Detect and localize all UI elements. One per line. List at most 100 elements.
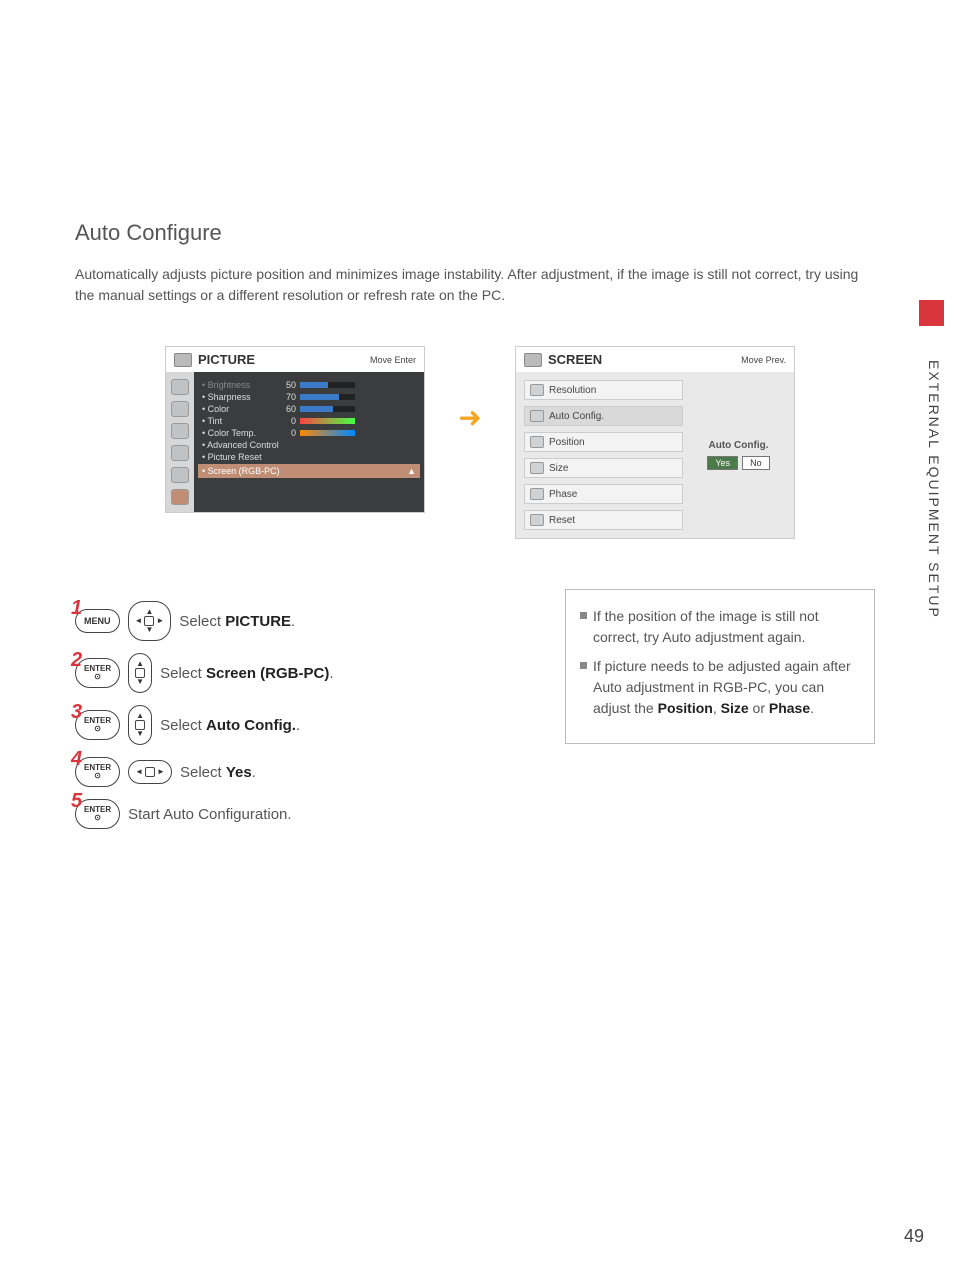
side-tab-label: EXTERNAL EQUIPMENT SETUP (926, 360, 942, 619)
picture-item-value: 70 (280, 392, 296, 402)
nav-pad-icon[interactable]: ▲ ◄► ▼ (128, 601, 172, 641)
step-text: Select Yes. (180, 764, 256, 781)
menu-icon-selected (171, 489, 189, 505)
item-icon (530, 462, 544, 474)
picture-header-title: PICTURE (198, 352, 370, 367)
page-content: Auto Configure Automatically adjusts pic… (75, 220, 875, 841)
screen-item-label: Size (549, 463, 568, 474)
item-icon (530, 410, 544, 422)
picture-menu-panel: PICTURE Move Enter • Brightness 50 (165, 346, 425, 513)
screen-menu-list: Resolution Auto Config. Position Size Ph… (524, 380, 683, 530)
no-button[interactable]: No (742, 456, 770, 470)
step-1: 1 MENU ▲ ◄► ▼ Select PICTURE. (75, 601, 535, 641)
step-text: Select Screen (RGB-PC). (160, 665, 333, 682)
slider-bar (300, 394, 355, 400)
picture-item-label: • Color (202, 404, 280, 414)
picture-item: • Brightness 50 (202, 380, 416, 390)
screen-item-label: Auto Config. (549, 411, 604, 422)
side-tab: EXTERNAL EQUIPMENT SETUP (914, 310, 944, 620)
auto-config-label: Auto Config. (709, 440, 769, 451)
scroll-up-icon: ▲ (407, 466, 416, 476)
picture-item-label: • Sharpness (202, 392, 280, 402)
page-number: 49 (904, 1226, 924, 1247)
picture-menu-list: • Brightness 50 • Sharpness 70 • Color 6… (194, 372, 424, 512)
slider-bar (300, 406, 355, 412)
picture-item: • Tint 0 (202, 416, 416, 426)
slider-bar (300, 382, 355, 388)
screen-item: Position (524, 432, 683, 452)
menu-icon (171, 445, 189, 461)
step-text: Select PICTURE. (179, 613, 295, 630)
step-number: 5 (71, 790, 82, 813)
item-icon (530, 436, 544, 448)
screen-header-hint: Move Prev. (741, 355, 786, 365)
steps-list: 1 MENU ▲ ◄► ▼ Select PICTURE. 2 ENTER⊙ ▲… (75, 589, 535, 841)
menu-icon (171, 467, 189, 483)
picture-item-value: 0 (280, 428, 296, 438)
screen-header-icon (524, 353, 542, 367)
screen-item: Phase (524, 484, 683, 504)
step-5: 5 ENTER⊙ Start Auto Configuration. (75, 799, 535, 829)
nav-pad-icon[interactable]: ▲ ▼ (128, 705, 152, 745)
picture-item: • Sharpness 70 (202, 392, 416, 402)
picture-item-value: 50 (280, 380, 296, 390)
nav-pad-icon[interactable]: ▲ ▼ (128, 653, 152, 693)
picture-side-icons (166, 372, 194, 512)
step-number: 3 (71, 701, 82, 724)
screen-item-label: Position (549, 437, 585, 448)
menu-icon (171, 423, 189, 439)
picture-item-label: • Picture Reset (202, 452, 280, 462)
picture-header-hint: Move Enter (370, 355, 416, 365)
picture-item-value: 60 (280, 404, 296, 414)
section-title: Auto Configure (75, 220, 875, 246)
colortemp-bar (300, 430, 355, 436)
side-tab-accent (919, 300, 944, 326)
yes-button[interactable]: Yes (707, 456, 738, 470)
picture-item-label: • Color Temp. (202, 428, 280, 438)
screen-item-label: Phase (549, 489, 577, 500)
picture-item: • Advanced Control (202, 440, 416, 450)
item-icon (530, 384, 544, 396)
step-number: 4 (71, 748, 82, 771)
menu-icon (171, 401, 189, 417)
step-text: Start Auto Configuration. (128, 806, 291, 823)
step-3: 3 ENTER⊙ ▲ ▼ Select Auto Config.. (75, 705, 535, 745)
menu-screenshots-row: PICTURE Move Enter • Brightness 50 (165, 346, 875, 539)
screen-item: Size (524, 458, 683, 478)
screen-item-label: Reset (549, 515, 575, 526)
menu-icon (171, 379, 189, 395)
picture-item-label: • Advanced Control (202, 440, 280, 450)
screen-right-pane: Auto Config. Yes No (691, 380, 786, 530)
step-2: 2 ENTER⊙ ▲ ▼ Select Screen (RGB-PC). (75, 653, 535, 693)
yes-no-row: Yes No (707, 456, 769, 470)
note-item: If the position of the image is still no… (580, 606, 860, 648)
tint-bar (300, 418, 355, 424)
item-icon (530, 514, 544, 526)
picture-item: • Picture Reset (202, 452, 416, 462)
picture-item-value: 0 (280, 416, 296, 426)
screen-item-selected: Auto Config. (524, 406, 683, 426)
screen-header-title: SCREEN (548, 352, 741, 367)
note-item: If picture needs to be adjusted again af… (580, 656, 860, 719)
instructions-area: 1 MENU ▲ ◄► ▼ Select PICTURE. 2 ENTER⊙ ▲… (75, 589, 875, 841)
picture-item-label: • Screen (RGB-PC) (202, 466, 280, 476)
arrow-right-icon: ➜ (450, 401, 490, 434)
picture-header-icon (174, 353, 192, 367)
nav-pad-icon[interactable]: ◄► (128, 760, 172, 784)
screen-menu-panel: SCREEN Move Prev. Resolution Auto Config… (515, 346, 795, 539)
screen-item: Reset (524, 510, 683, 530)
step-number: 2 (71, 649, 82, 672)
step-number: 1 (71, 597, 82, 620)
screen-panel-header: SCREEN Move Prev. (516, 347, 794, 372)
picture-item-label: • Tint (202, 416, 280, 426)
picture-item: • Color Temp. 0 (202, 428, 416, 438)
screen-item-label: Resolution (549, 385, 596, 396)
step-text: Select Auto Config.. (160, 717, 300, 734)
picture-item-label: • Brightness (202, 380, 280, 390)
picture-panel-header: PICTURE Move Enter (166, 347, 424, 372)
step-4: 4 ENTER⊙ ◄► Select Yes. (75, 757, 535, 787)
item-icon (530, 488, 544, 500)
picture-item-selected: • Screen (RGB-PC) ▲ (198, 464, 420, 478)
notes-box: If the position of the image is still no… (565, 589, 875, 744)
section-description: Automatically adjusts picture position a… (75, 264, 875, 306)
